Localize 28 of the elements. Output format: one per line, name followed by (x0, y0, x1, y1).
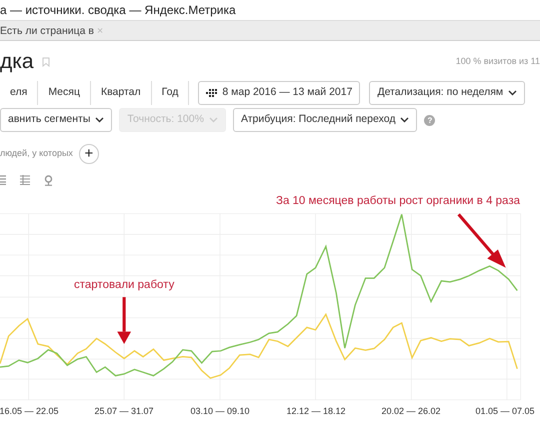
annotation-text: стартовали работу (74, 278, 174, 293)
arrow (457, 213, 506, 268)
x-axis-label: 03.10 — 09.10 (190, 405, 250, 418)
visits-note: 100 % визитов из 11 (456, 55, 540, 68)
tab-title[interactable]: Есть ли страница в (0, 21, 94, 40)
detail-dropdown[interactable]: Детализация: по неделям (369, 81, 526, 105)
annotation-text: За 10 месяцев работы рост органики в 4 раза (276, 194, 520, 209)
add-filter-button[interactable]: + (78, 144, 99, 164)
caret-icon (400, 117, 410, 123)
date-range-button[interactable]: 8 мар 2016 — 13 май 2017 (198, 81, 360, 105)
x-axis-label: 12.12 — 18.12 (286, 405, 346, 418)
map-pin-icon[interactable] (44, 174, 53, 186)
x-axis-label: 01.05 — 07.05 (475, 405, 535, 418)
caret-icon (208, 117, 218, 123)
dropdown-button[interactable]: Атрибуция: Последний переход (232, 108, 418, 132)
table-icon[interactable] (20, 175, 30, 185)
x-axis-label: 16.05 — 22.05 (0, 405, 59, 418)
caret-icon (95, 117, 104, 123)
page-title: дка (0, 49, 34, 75)
lines-icon[interactable] (0, 175, 6, 185)
caret-icon (508, 90, 518, 96)
x-axis-label: 20.02 — 26.02 (381, 405, 441, 418)
filter-text: людей, у которых (0, 147, 73, 160)
calendar-icon (206, 88, 218, 98)
dropdown-button[interactable]: авнить сегменты (0, 108, 112, 132)
arrow (117, 297, 132, 344)
x-axis-label: 25.07 — 31.07 (94, 405, 154, 418)
bookmark-icon[interactable] (42, 57, 50, 67)
